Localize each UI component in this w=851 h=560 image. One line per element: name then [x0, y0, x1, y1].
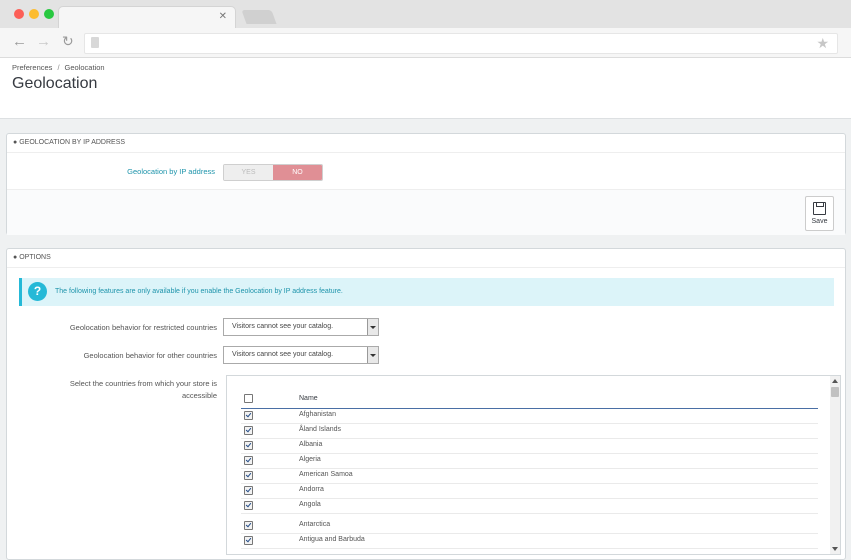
scrollbar[interactable] [830, 376, 840, 554]
country-checkbox[interactable] [244, 536, 253, 545]
panel-heading-text: GEOLOCATION BY IP ADDRESS [19, 139, 126, 146]
country-checkbox[interactable] [244, 471, 253, 480]
tab-close-icon[interactable]: ✕ [219, 11, 227, 22]
window-minimize-button[interactable] [29, 9, 39, 19]
geolocation-ip-label: Geolocation by IP address [127, 167, 215, 176]
scroll-up-icon[interactable] [832, 379, 838, 383]
info-alert-text: The following features are only availabl… [55, 288, 343, 295]
country-name: American Samoa [299, 471, 353, 478]
geolocation-ip-panel: ● GEOLOCATION BY IP ADDRESS Geolocation b… [6, 133, 846, 235]
restricted-countries-label: Geolocation behavior for restricted coun… [69, 323, 217, 332]
country-checkbox[interactable] [244, 456, 253, 465]
panel-heading: ● OPTIONS [7, 249, 845, 268]
other-countries-label: Geolocation behavior for other countries [83, 351, 217, 360]
table-row[interactable]: Algeria [241, 453, 818, 469]
reload-icon[interactable]: ↻ [62, 34, 74, 49]
country-name: Albania [299, 441, 323, 448]
table-row[interactable]: Antigua and Barbuda [241, 533, 818, 549]
map-marker-icon: ● [13, 139, 18, 146]
browser-toolbar: ← → ↻ ★ [0, 28, 851, 57]
table-row[interactable]: Åland Islands [241, 423, 818, 439]
country-checkbox[interactable] [244, 521, 253, 530]
breadcrumb: Preferences / Geolocation [12, 63, 105, 72]
table-row[interactable]: American Samoa [241, 468, 818, 484]
country-name: Afghanistan [299, 411, 336, 418]
window-close-button[interactable] [14, 9, 24, 19]
country-checkbox[interactable] [244, 486, 253, 495]
browser-tab-bar: ✕ [0, 0, 851, 29]
country-name: Antarctica [299, 521, 331, 528]
table-row[interactable]: Albania [241, 438, 818, 454]
chevron-down-icon [367, 347, 378, 363]
question-icon: ? [28, 282, 47, 301]
map-marker-icon: ● [13, 254, 18, 261]
options-panel: ● OPTIONS ? The following features are on… [6, 248, 846, 560]
new-tab-button[interactable] [241, 10, 277, 24]
bookmark-star-icon[interactable]: ★ [816, 35, 829, 52]
country-checkbox[interactable] [244, 441, 253, 450]
country-name: Åland Islands [299, 426, 342, 433]
browser-window-chrome: ✕ ← → ↻ ★ [0, 0, 851, 58]
country-checkbox[interactable] [244, 411, 253, 420]
country-name: Algeria [299, 456, 321, 463]
switch-no-option[interactable]: NO [273, 165, 322, 180]
scroll-down-icon[interactable] [832, 547, 838, 551]
page-header: Preferences / Geolocation Geolocation [0, 58, 851, 119]
save-disk-icon [813, 202, 826, 215]
geolocation-ip-switch[interactable]: YES NO [223, 164, 323, 181]
address-bar[interactable]: ★ [84, 33, 838, 54]
table-row[interactable]: Antarctica [241, 518, 818, 534]
table-row[interactable]: Afghanistan [241, 408, 818, 424]
country-checkbox[interactable] [244, 426, 253, 435]
scroll-thumb[interactable] [831, 387, 839, 397]
switch-yes-option[interactable]: YES [224, 165, 273, 180]
country-name: Andorra [299, 486, 324, 493]
countries-table-container[interactable]: Name Afghanistan Åland Islands Albania Alge… [226, 375, 841, 555]
country-name: Angola [299, 501, 321, 508]
other-countries-select[interactable]: Visitors cannot see your catalog. [223, 346, 379, 364]
name-column-header: Name [299, 395, 318, 402]
browser-tab[interactable]: ✕ [58, 6, 236, 29]
country-checkbox[interactable] [244, 501, 253, 510]
page-title: Geolocation [12, 75, 98, 92]
countries-label-line2: accessible [181, 391, 217, 400]
panel-footer [7, 189, 845, 235]
table-header: Name [241, 390, 818, 409]
info-alert: ? The following features are only availa… [19, 278, 834, 306]
chevron-down-icon [367, 319, 378, 335]
window-maximize-button[interactable] [44, 9, 54, 19]
select-all-checkbox[interactable] [244, 394, 253, 403]
save-button[interactable]: Save [805, 196, 834, 231]
country-name: Antigua and Barbuda [299, 536, 365, 543]
panel-heading-text: OPTIONS [19, 254, 51, 261]
breadcrumb-separator: / [57, 63, 60, 72]
back-arrow-icon[interactable]: ← [12, 34, 27, 49]
table-row[interactable]: Andorra [241, 483, 818, 499]
table-row[interactable]: Angola [241, 498, 818, 514]
save-label: Save [811, 218, 828, 225]
forward-arrow-icon[interactable]: → [36, 34, 51, 49]
select-value: Visitors cannot see your catalog. [232, 323, 334, 330]
panel-heading: ● GEOLOCATION BY IP ADDRESS [7, 134, 845, 153]
restricted-countries-select[interactable]: Visitors cannot see your catalog. [223, 318, 379, 336]
breadcrumb-geolocation: Geolocation [64, 63, 105, 72]
breadcrumb-preferences[interactable]: Preferences [12, 63, 52, 72]
page-icon [91, 37, 99, 48]
countries-label-line1: Select the countries from which your sto… [69, 379, 217, 388]
select-value: Visitors cannot see your catalog. [232, 351, 334, 358]
